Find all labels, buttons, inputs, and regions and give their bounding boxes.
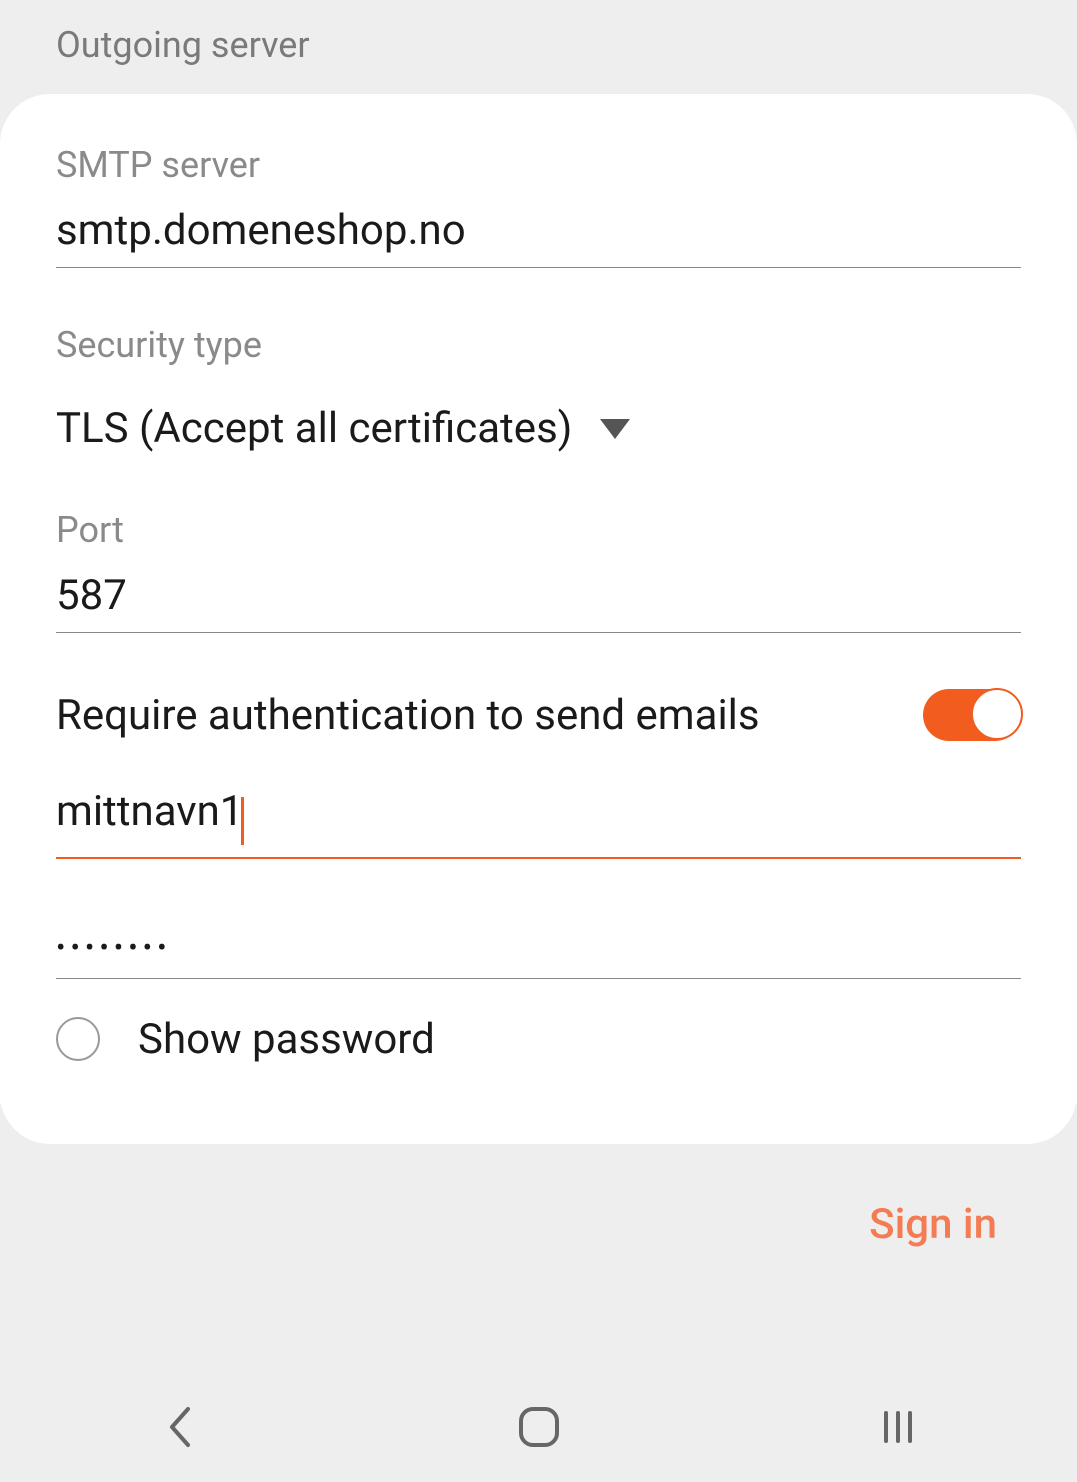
home-button[interactable] — [514, 1402, 564, 1452]
chevron-left-icon — [166, 1405, 194, 1449]
username-input[interactable]: mittnavn1 — [56, 787, 243, 836]
auth-toggle[interactable] — [923, 689, 1021, 741]
recent-apps-icon — [878, 1407, 918, 1447]
security-dropdown[interactable]: TLS (Accept all certificates) — [56, 380, 1021, 453]
smtp-field-group: SMTP server — [56, 144, 1021, 268]
toggle-knob — [971, 688, 1023, 740]
home-icon — [517, 1405, 561, 1449]
chevron-down-icon — [600, 419, 630, 439]
smtp-label: SMTP server — [56, 144, 1021, 186]
show-password-checkbox[interactable] — [56, 1017, 100, 1061]
security-value: TLS (Accept all certificates) — [56, 404, 572, 453]
port-label: Port — [56, 509, 1021, 551]
auth-toggle-row: Require authentication to send emails — [56, 689, 1021, 741]
recent-button[interactable] — [873, 1402, 923, 1452]
password-field-group — [56, 907, 1021, 979]
security-label: Security type — [56, 324, 1021, 366]
smtp-input[interactable] — [56, 200, 1021, 268]
port-input[interactable] — [56, 565, 1021, 633]
security-field-group: Security type TLS (Accept all certificat… — [56, 324, 1021, 453]
sign-in-button[interactable]: Sign in — [869, 1200, 997, 1249]
text-cursor — [241, 797, 244, 845]
show-password-row: Show password — [56, 1015, 1021, 1064]
back-button[interactable] — [155, 1402, 205, 1452]
show-password-label: Show password — [138, 1015, 435, 1064]
sign-in-row: Sign in — [0, 1144, 1077, 1249]
card-curve — [0, 1094, 1077, 1144]
settings-card: SMTP server Security type TLS (Accept al… — [0, 94, 1077, 1104]
auth-label: Require authentication to send emails — [56, 691, 760, 740]
username-field-group: mittnavn1 — [56, 781, 1021, 859]
nav-bar — [0, 1376, 1077, 1482]
section-header: Outgoing server — [0, 0, 1077, 94]
password-input[interactable] — [56, 907, 1021, 979]
port-field-group: Port — [56, 509, 1021, 633]
